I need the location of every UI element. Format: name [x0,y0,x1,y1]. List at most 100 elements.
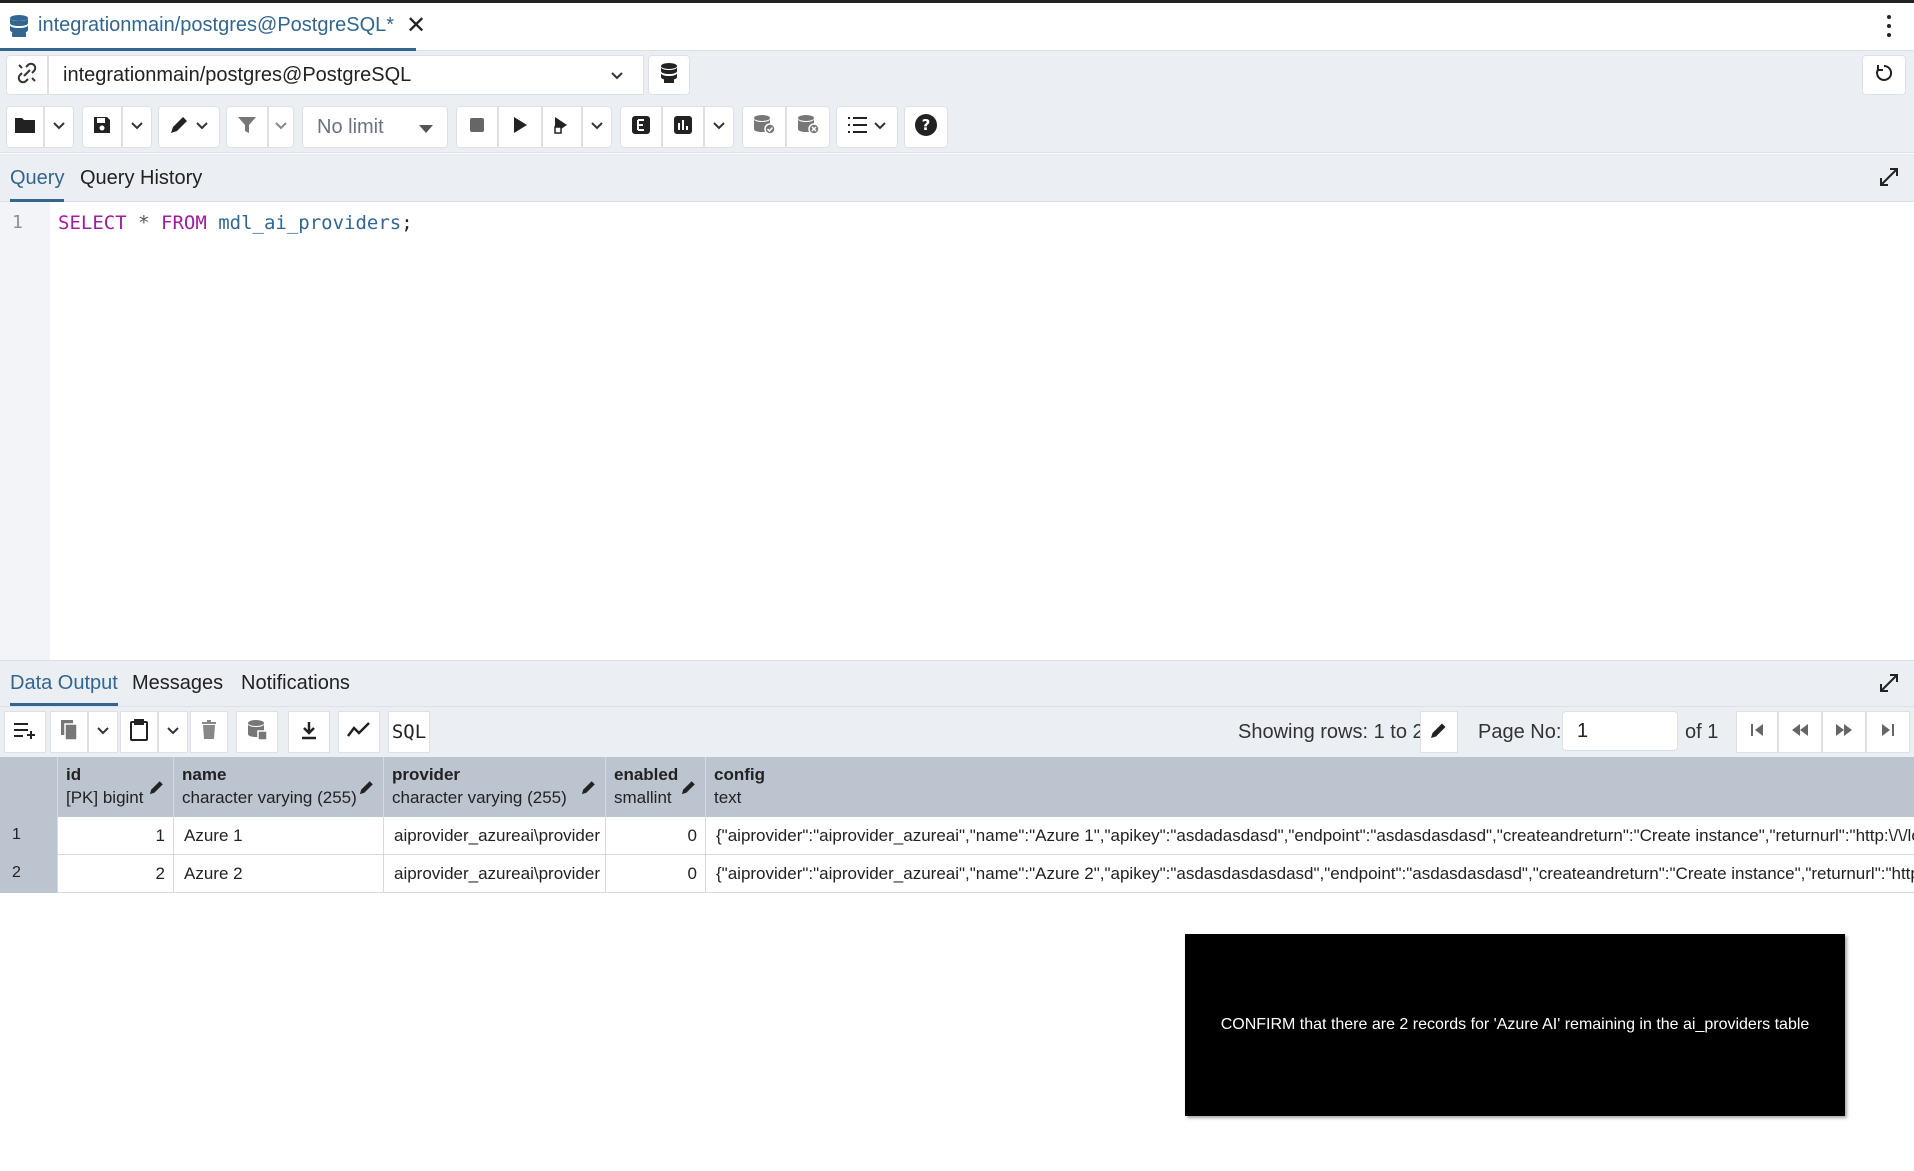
results-toolbar: SQL Showing rows: 1 to 2 Page No: 1 of 1 [0,707,1914,757]
play-icon [512,116,528,139]
graph-visualiser-button[interactable] [338,711,380,753]
prev-page-button[interactable] [1778,711,1822,753]
paste-button[interactable] [120,711,158,753]
connection-status-button[interactable] [6,55,48,95]
table-row[interactable]: 2 2 Azure 2 aiprovider_azureai\provider … [0,855,1914,893]
query-tool-tab[interactable]: integrationmain/postgres@PostgreSQL* ✕ [0,3,426,51]
new-connection-button[interactable] [648,55,690,95]
save-data-button[interactable] [236,711,278,753]
paste-dropdown[interactable] [158,711,188,753]
reset-layout-button[interactable] [1862,55,1906,95]
close-icon[interactable]: ✕ [406,13,426,38]
table-row[interactable]: 1 1 Azure 1 aiprovider_azureai\provider … [0,817,1914,855]
line-gutter: 1 [0,202,50,660]
cell-id[interactable]: 2 [58,855,174,893]
add-row-button[interactable] [4,711,46,753]
next-page-icon [1834,722,1854,743]
column-header-enabled[interactable]: enabled smallint [606,757,706,817]
paste-icon [129,718,149,746]
edit-icon [169,115,191,140]
open-file-dropdown[interactable] [44,106,74,148]
delete-icon [201,719,217,745]
execute-script-button[interactable] [542,106,582,148]
cell-provider[interactable]: aiprovider_azureai\provider [384,817,606,855]
cell-id[interactable]: 1 [58,817,174,855]
expand-icon[interactable] [1878,672,1900,699]
rollback-button[interactable] [786,106,830,148]
chevron-down-icon [590,118,604,137]
grid-header: id [PK] bigint name character varying (2… [0,757,1914,817]
cell-provider[interactable]: aiprovider_azureai\provider [384,855,606,893]
save-file-dropdown[interactable] [122,106,152,148]
page-total-text: of 1 [1685,720,1719,743]
execute-button[interactable] [498,106,542,148]
cell-config[interactable]: {"aiprovider":"aiprovider_azureai","name… [706,817,1914,855]
expand-icon[interactable] [1878,166,1900,193]
explain-dropdown[interactable] [704,106,734,148]
download-button[interactable] [288,711,330,753]
chevron-down-icon [712,118,726,137]
reset-icon [1874,63,1894,88]
help-button[interactable]: ? [904,106,948,148]
explain-analyze-icon [673,115,693,140]
tab-query[interactable]: Query [10,154,65,202]
tab-query-history[interactable]: Query History [80,154,202,202]
filter-button[interactable] [226,106,268,148]
rows-info-text: Showing rows: 1 to 2 [1238,720,1424,743]
prev-page-icon [1790,722,1810,743]
cell-enabled[interactable]: 0 [606,817,706,855]
tab-notifications[interactable]: Notifications [241,661,350,706]
chevron-down-icon [873,118,887,137]
keyword-from: FROM [161,212,207,234]
cell-config[interactable]: {"aiprovider":"aiprovider_azureai","name… [706,855,1914,893]
delete-row-button[interactable] [190,711,228,753]
sql-label: SQL [391,721,427,743]
macros-button[interactable] [836,106,898,148]
filter-dropdown[interactable] [268,106,294,148]
edit-button[interactable] [158,106,220,148]
page-number-value: 1 [1577,719,1589,742]
copy-dropdown[interactable] [88,711,118,753]
first-page-button[interactable] [1736,711,1778,753]
cell-name[interactable]: Azure 1 [174,817,384,855]
execute-dropdown[interactable] [582,106,612,148]
row-limit-select[interactable]: No limit [302,106,448,148]
connection-bar: integrationmain/postgres@PostgreSQL [0,51,1914,103]
save-file-button[interactable] [82,106,122,148]
page-number-input[interactable]: 1 [1562,711,1678,751]
cell-enabled[interactable]: 0 [606,855,706,893]
next-page-button[interactable] [1822,711,1866,753]
row-number[interactable]: 1 [0,817,58,855]
edit-rows-button[interactable] [1420,711,1458,753]
last-page-button[interactable] [1866,711,1910,753]
column-type: text [714,788,742,807]
connection-select[interactable]: integrationmain/postgres@PostgreSQL [48,55,644,95]
copy-button[interactable] [50,711,88,753]
tab-data-output[interactable]: Data Output [10,661,118,706]
copy-icon [59,719,79,746]
sql-editor[interactable]: 1 SELECT * FROM mdl_ai_providers; [0,202,1914,660]
row-number-header [0,757,58,817]
column-header-provider[interactable]: provider character varying (255) [384,757,606,817]
graph-icon [347,721,371,744]
sql-code-line[interactable]: SELECT * FROM mdl_ai_providers; [58,212,413,234]
execute-script-icon [552,115,572,140]
sql-button[interactable]: SQL [388,711,430,753]
tab-messages[interactable]: Messages [132,661,223,706]
stop-button[interactable] [456,106,498,148]
result-tabs: Data Output Messages Notifications [0,660,1914,707]
explain-analyze-button[interactable] [662,106,704,148]
row-number[interactable]: 2 [0,855,58,893]
kebab-menu-icon[interactable] [1886,15,1892,37]
chevron-down-icon [609,66,625,89]
column-header-config[interactable]: config text [706,757,1914,817]
column-name: provider [392,765,461,784]
cell-name[interactable]: Azure 2 [174,855,384,893]
explain-button[interactable] [620,106,662,148]
column-name: name [182,765,227,784]
column-header-name[interactable]: name character varying (255) [174,757,384,817]
commit-button[interactable] [742,106,786,148]
chevron-down-icon [130,118,144,137]
open-file-button[interactable] [6,106,44,148]
column-header-id[interactable]: id [PK] bigint [58,757,174,817]
